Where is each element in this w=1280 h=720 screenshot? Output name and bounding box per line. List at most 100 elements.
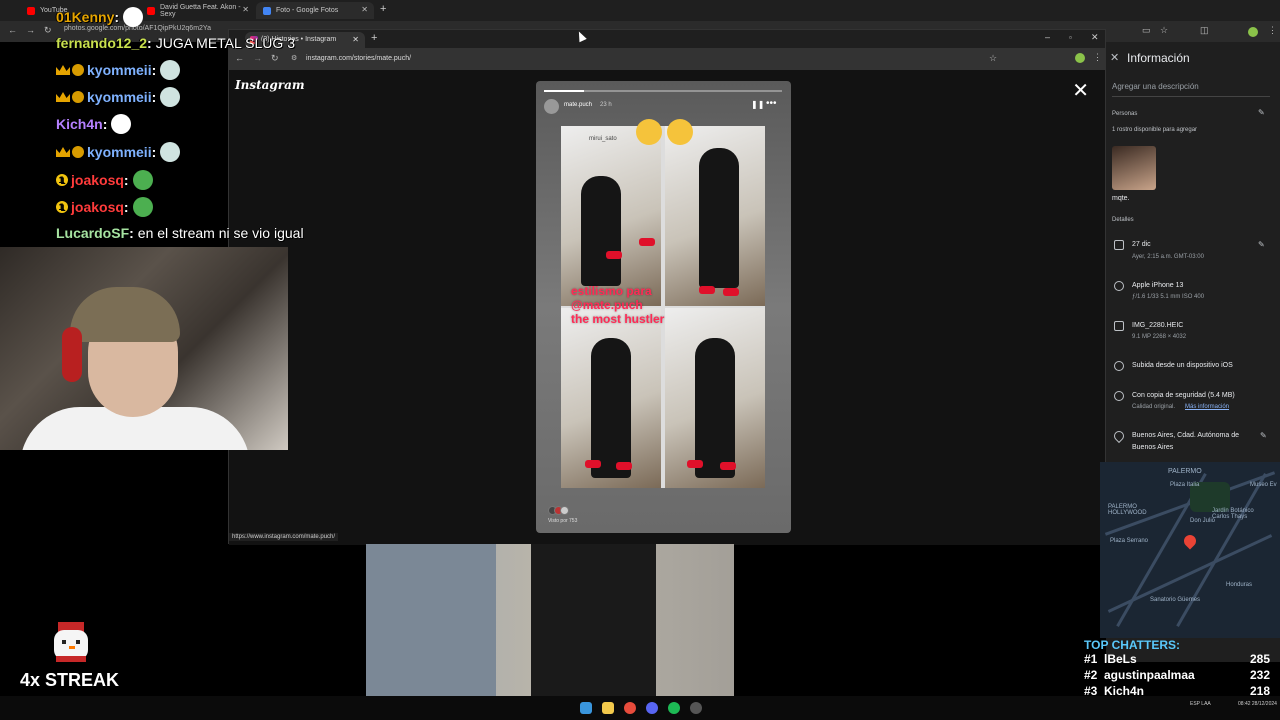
crown-badge-icon: [56, 65, 70, 75]
bookmark-star-icon[interactable]: ☆: [1160, 25, 1168, 36]
chat-username[interactable]: joakosq: [71, 172, 124, 188]
chat-username[interactable]: 01Kenny: [56, 9, 114, 25]
pause-icon[interactable]: ❚❚: [751, 100, 764, 109]
viewed-by-count[interactable]: Visto por 753: [548, 518, 577, 524]
chatter-count: 285: [1249, 652, 1270, 666]
map-label: Sanatorio Güemes: [1150, 597, 1201, 603]
chat-message: 01Kenny:: [56, 7, 144, 27]
calendar-icon: [1114, 240, 1124, 250]
stream-chat: 01Kenny: fernando12_2: JUGA METAL SLUG 3 ky…: [0, 0, 320, 250]
progress-fill: [544, 90, 585, 92]
more-info-link[interactable]: Más información: [1185, 404, 1229, 410]
camera-aperture-icon: [1114, 281, 1124, 291]
menu-icon[interactable]: ⋮: [1093, 52, 1102, 63]
inner-tab-bar: (3) Historias • Instagram ✕ + – ▫ ✕: [229, 30, 1105, 48]
date: 27 dic: [1132, 241, 1151, 248]
story-viewer[interactable]: mate.puch 23 h ❚❚ ••• mirui_sato estilis…: [536, 81, 791, 533]
bookmark-star-icon[interactable]: ☆: [989, 53, 997, 64]
chat-username[interactable]: LucardoSF: [56, 225, 129, 241]
map-label: Don Julio: [1190, 518, 1216, 524]
profile-avatar[interactable]: [1248, 27, 1258, 37]
discord-icon[interactable]: [646, 702, 658, 714]
chatter-row: #2 agustinpaalmaa 232: [1084, 668, 1274, 684]
close-icon[interactable]: ✕: [352, 35, 359, 44]
chat-username[interactable]: fernando12_2: [56, 35, 147, 51]
profile-avatar[interactable]: [1075, 53, 1085, 63]
chat-message: kyommeii:: [56, 87, 181, 107]
person-name[interactable]: mqte.: [1112, 195, 1130, 202]
cloud-icon: [1114, 391, 1124, 401]
edit-icon[interactable]: ✎: [1260, 431, 1267, 440]
new-tab-button[interactable]: +: [380, 3, 386, 15]
description-field[interactable]: Agregar una descripción: [1112, 82, 1199, 91]
menu-icon[interactable]: ⋮: [1268, 25, 1277, 36]
chat-username[interactable]: Kich4n: [56, 116, 103, 132]
photo-top-right: [665, 126, 765, 306]
location-map[interactable]: PALERMO Plaza Italia PALERMO HOLLYWOOD J…: [1100, 462, 1280, 638]
location-line-1: Buenos Aires, Cdad. Autónoma de: [1132, 432, 1240, 439]
streak-counter: 4x STREAK: [20, 670, 120, 690]
story-time: 23 h: [600, 102, 612, 108]
chat-separator: :: [123, 172, 129, 188]
top-chatters-widget: TOP CHATTERS: #1 lBeLs 285 #2 agustinpaalmaa…: [1084, 638, 1274, 700]
edit-icon[interactable]: ✎: [1258, 240, 1265, 249]
language-indicator[interactable]: ESP LAA: [1190, 701, 1211, 707]
file-explorer-icon[interactable]: [602, 702, 614, 714]
maximize-button[interactable]: ▫: [1069, 33, 1072, 42]
crown-badge-icon: [56, 147, 70, 157]
chat-separator: :: [129, 225, 134, 241]
install-icon[interactable]: ▭: [1142, 25, 1151, 36]
obs-icon[interactable]: [690, 702, 702, 714]
photo-bottom-left: [561, 308, 661, 488]
chat-message: fernando12_2: JUGA METAL SLUG 3: [56, 35, 295, 51]
emoji-sticker: [667, 119, 693, 145]
chat-message: Kich4n:: [56, 114, 132, 134]
backup-status: Con copia de seguridad (5.4 MB): [1132, 392, 1235, 399]
upload-source: Subida desde un dispositivo iOS: [1132, 362, 1233, 369]
close-window-button[interactable]: ✕: [1091, 32, 1099, 43]
crown-badge-icon: [56, 92, 70, 102]
system-clock[interactable]: 08:42 28/12/2024: [1238, 701, 1277, 707]
story-username[interactable]: mate.puch: [564, 102, 592, 108]
chrome-icon[interactable]: [624, 702, 636, 714]
windows-taskbar: ESP LAA 08:42 28/12/2024: [0, 696, 1280, 720]
inner-address-bar[interactable]: instagram.com/stories/mate.puch/: [306, 55, 411, 62]
photo-info-panel: ✕ Información Agregar una descripción Pe…: [1100, 42, 1280, 662]
avatar[interactable]: [544, 99, 559, 114]
close-icon[interactable]: ✕: [1110, 51, 1119, 64]
edit-icon[interactable]: ✎: [1258, 108, 1265, 117]
chat-emote-icon: [111, 114, 132, 134]
spotify-icon[interactable]: [668, 702, 680, 714]
emoji-sticker: [636, 119, 662, 145]
location-pin-icon: [1111, 428, 1127, 444]
start-icon[interactable]: [580, 702, 592, 714]
chat-username[interactable]: kyommeii: [87, 89, 152, 105]
new-tab-button[interactable]: +: [371, 32, 377, 44]
minimize-button[interactable]: –: [1045, 32, 1050, 42]
extensions-icon[interactable]: ◫: [1200, 25, 1209, 36]
chatter-name: lBeLs: [1104, 652, 1137, 666]
chat-emote-icon: [123, 7, 144, 27]
chat-separator: :: [151, 62, 157, 78]
coin-badge-icon: [72, 91, 84, 103]
chatter-rank: #1: [1084, 652, 1098, 666]
chat-username[interactable]: joakosq: [71, 199, 124, 215]
caption-line: the most hustler: [571, 312, 665, 326]
chat-emote-icon: [132, 197, 153, 217]
chat-separator: :: [147, 35, 152, 51]
chat-username[interactable]: kyommeii: [87, 144, 152, 160]
top-chatters-title: TOP CHATTERS:: [1084, 638, 1181, 652]
chat-username[interactable]: kyommeii: [87, 62, 152, 78]
instagram-stories-page: Instagram ✕ mate.puch 23 h ❚❚ ••• mirui_…: [229, 70, 1105, 545]
close-story-button[interactable]: ✕: [1072, 78, 1089, 103]
map-label: Plaza Serrano: [1110, 538, 1149, 544]
chatter-count: 232: [1249, 668, 1270, 682]
backup-quality: Calidad original.: [1132, 404, 1176, 410]
viewer-avatars[interactable]: [548, 506, 570, 516]
map-label: Jardín Botánico Carlos Thays: [1212, 508, 1254, 520]
story-caption: estilismo para @mate.puch the most hustl…: [571, 284, 751, 326]
close-icon[interactable]: ✕: [361, 5, 368, 14]
more-options-icon[interactable]: •••: [766, 98, 777, 109]
background-photo: [366, 544, 734, 696]
person-thumbnail[interactable]: [1112, 146, 1156, 190]
